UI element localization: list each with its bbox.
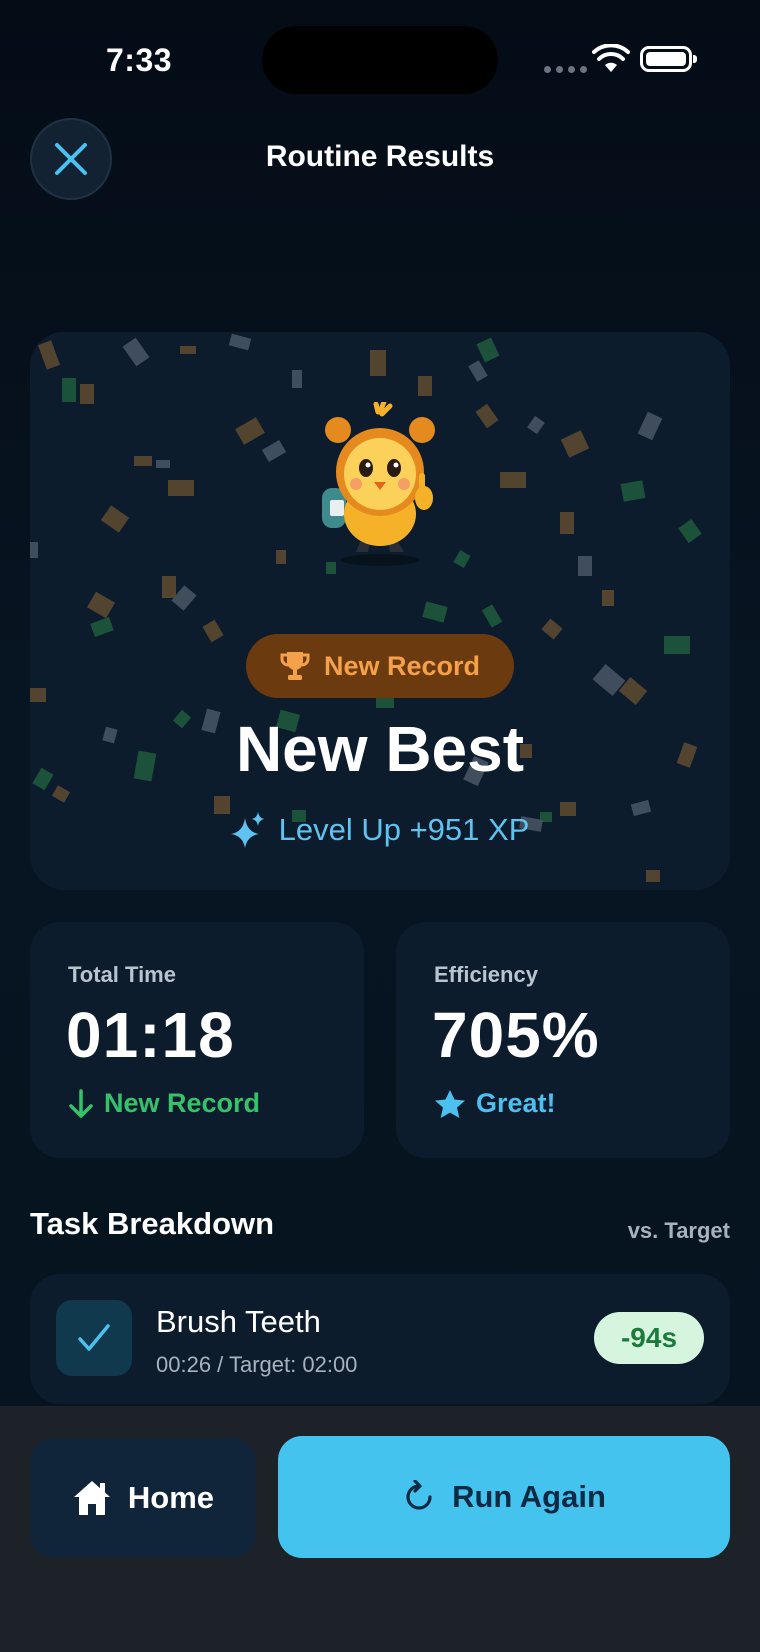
new-record-label: New Record [323, 650, 481, 681]
status-time: 7:33 [106, 42, 173, 78]
alarm-clock-mascot-image [322, 402, 435, 566]
total-time-value: 01:18 [66, 999, 235, 1071]
efficiency-status-label: Great! [476, 1088, 556, 1118]
task-time-vs-target: 00:26 / Target: 02:00 [156, 1352, 358, 1377]
checkmark-icon [78, 1324, 110, 1351]
new-record-badge: New Record [246, 634, 514, 698]
total-time-status-label: New Record [104, 1088, 261, 1118]
task-row[interactable]: Brush Teeth 00:26 / Target: 02:00 -94s [30, 1274, 730, 1404]
battery-icon [640, 46, 697, 72]
refresh-icon [406, 1480, 432, 1510]
efficiency-status: Great! [434, 1088, 556, 1119]
sparkle-icon [230, 812, 264, 848]
home-button[interactable]: Home [30, 1438, 256, 1558]
efficiency-value: 705% [432, 999, 600, 1071]
efficiency-caption: Efficiency [434, 962, 538, 987]
efficiency-card: Efficiency 705% Great! [396, 922, 730, 1158]
total-time-caption: Total Time [68, 962, 176, 987]
xp-gain: Level Up +951 XP [30, 812, 730, 848]
task-breakdown-title: Task Breakdown [30, 1206, 275, 1241]
total-time-card: Total Time 01:18 New Record [30, 922, 364, 1158]
dynamic-island [262, 26, 498, 94]
wifi-icon [592, 44, 630, 72]
star-icon [435, 1089, 465, 1118]
arrow-down-icon [69, 1088, 93, 1118]
task-name: Brush Teeth [156, 1304, 321, 1339]
home-button-label: Home [127, 1480, 215, 1515]
result-hero-card: New Record New Best Level Up +951 XP [30, 332, 730, 890]
trophy-icon [280, 652, 310, 680]
run-again-label: Run Again [452, 1479, 606, 1514]
vs-target-label: vs. Target [627, 1218, 730, 1243]
hero-title: New Best [235, 713, 525, 785]
run-again-button[interactable]: Run Again [278, 1436, 730, 1558]
home-icon [73, 1481, 110, 1515]
task-checkbox [56, 1300, 132, 1376]
task-delta-badge: -94s [594, 1312, 704, 1364]
total-time-status: New Record [68, 1088, 260, 1119]
routine-results-screen: 7:33 Routine Results New Record New Best… [0, 0, 760, 1652]
page-title: Routine Results [265, 140, 495, 173]
bottom-action-bar: Home Run Again [0, 1406, 760, 1652]
cellular-signal-icon [544, 66, 587, 73]
xp-label: Level Up +951 XP [278, 812, 530, 847]
